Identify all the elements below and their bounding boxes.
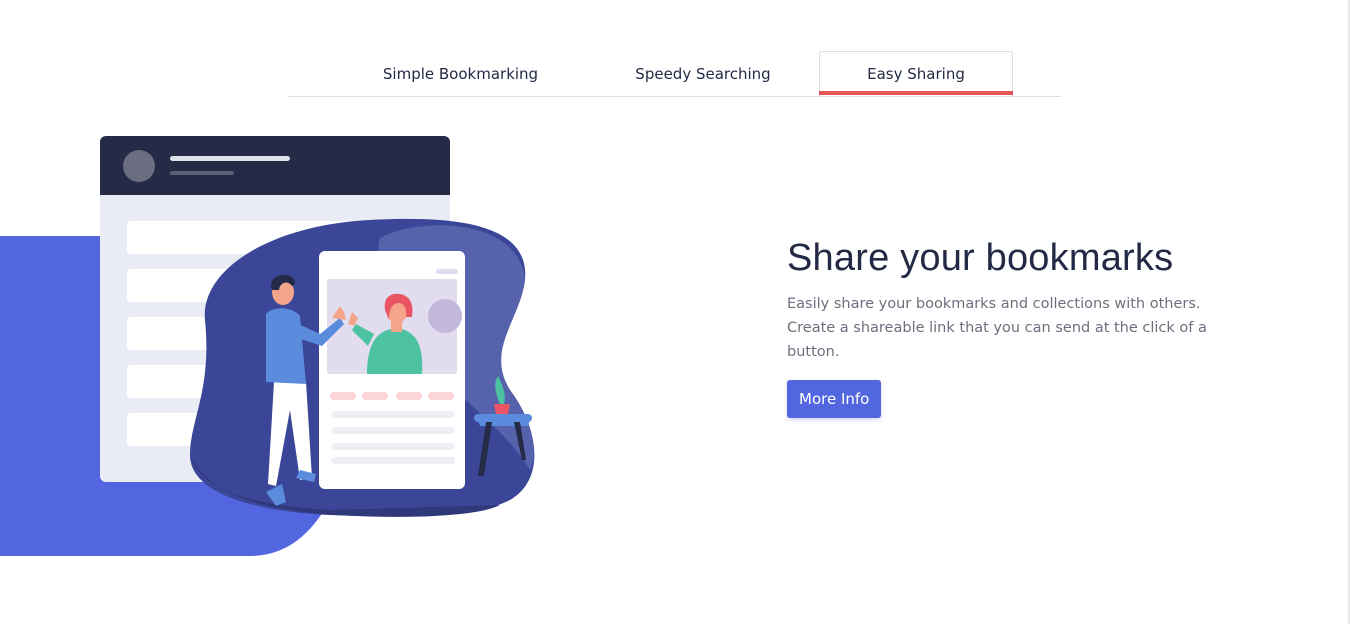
tab-speedy-searching[interactable]: Speedy Searching <box>588 52 818 96</box>
tab-label: Simple Bookmarking <box>382 65 539 83</box>
active-tab-indicator <box>819 91 1013 95</box>
more-info-button[interactable]: More Info <box>787 380 882 418</box>
feature-content: Share your bookmarks Easily share your b… <box>787 234 1237 418</box>
page: Simple Bookmarking Speedy Searching Easy… <box>0 0 1350 624</box>
tab-label: Speedy Searching <box>635 65 771 83</box>
features-tabs: Simple Bookmarking Speedy Searching Easy… <box>288 51 1061 97</box>
tab-easy-sharing[interactable]: Easy Sharing <box>819 51 1013 96</box>
tab-simple-bookmarking[interactable]: Simple Bookmarking <box>348 52 573 96</box>
avatar-circle <box>123 150 155 182</box>
feature-heading: Share your bookmarks <box>787 237 1174 279</box>
sharing-illustration <box>0 136 535 556</box>
feature-description: Easily share your bookmarks and collecti… <box>787 296 1207 360</box>
tab-label: Easy Sharing <box>867 65 965 83</box>
